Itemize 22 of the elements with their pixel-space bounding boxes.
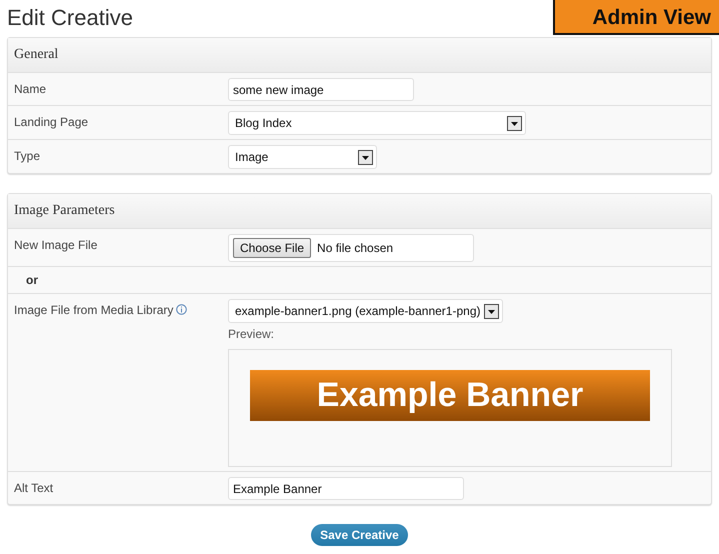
preview-label: Preview:: [228, 327, 276, 341]
field-label: New Image File: [14, 238, 98, 252]
text-field[interactable]: Example Banner: [228, 477, 464, 500]
banner-image: Example Banner: [250, 370, 650, 421]
save-button[interactable]: Save Creative: [311, 524, 408, 546]
field-label: Image File from Media Library: [14, 303, 174, 317]
admin-view-badge: Admin View: [553, 0, 719, 35]
info-icon[interactable]: [176, 304, 188, 315]
panel-heading: General: [8, 38, 711, 73]
field-label: Name: [14, 82, 46, 96]
field-label: Landing Page: [14, 115, 88, 129]
file-field[interactable]: Choose File No file chosen: [228, 234, 474, 262]
choose-file-button[interactable]: Choose File: [233, 238, 312, 258]
dropdown[interactable]: Image: [228, 145, 377, 169]
field-label: Alt Text: [14, 481, 54, 495]
dropdown[interactable]: example-banner1.png (example-banner1-png): [228, 299, 504, 323]
page-title: Edit Creative: [6, 4, 133, 31]
dropdown[interactable]: Blog Index: [228, 111, 526, 135]
or-separator: or: [26, 273, 38, 287]
text-field[interactable]: some new image: [228, 78, 414, 101]
panel-heading: Image Parameters: [8, 194, 711, 229]
field-label: Type: [14, 149, 40, 163]
